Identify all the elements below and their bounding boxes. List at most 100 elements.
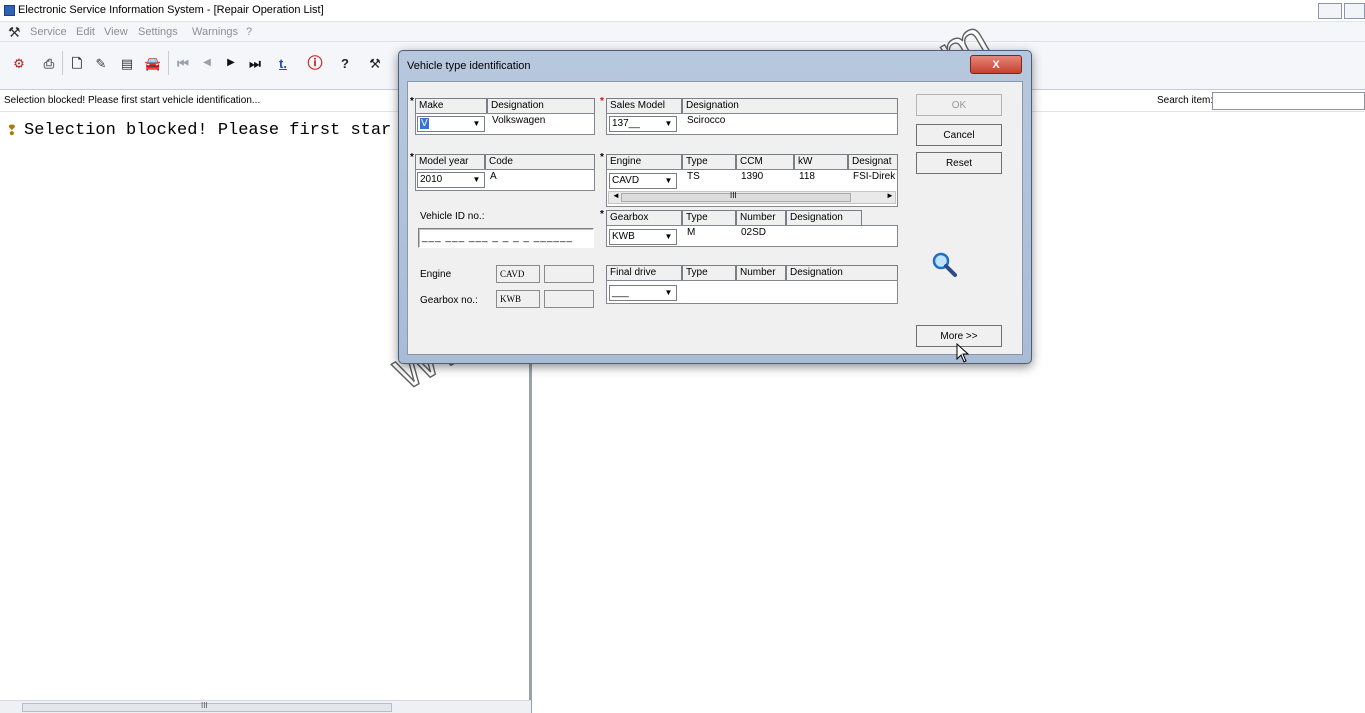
gearbox-row: KWB ▼ M 02SD [606, 225, 898, 247]
final-drive-designation-header: Designation [786, 265, 898, 281]
sales-model-header: Sales Model [606, 98, 682, 114]
menu-warnings[interactable]: Warnings [192, 26, 238, 38]
car-icon[interactable]: 🚘 [142, 52, 164, 74]
window-title: Electronic Service Information System - … [18, 4, 324, 16]
menu-view[interactable]: View [104, 26, 128, 38]
required-marker: * [600, 96, 604, 107]
sales-model-value: 137__ [612, 118, 640, 129]
final-drive-type-header: Type [682, 265, 736, 281]
gearbox-no-label: Gearbox no.: [420, 295, 478, 306]
mouse-cursor-icon [956, 342, 970, 363]
make-value: V [420, 118, 429, 129]
engine-designation-header: Designat [848, 154, 898, 170]
gearbox-value: KWB [612, 231, 635, 242]
reset-button[interactable]: Reset [916, 152, 1002, 174]
tools-menu-icon: ⚒ [8, 24, 21, 40]
final-drive-combo[interactable]: ___ ▼ [609, 285, 677, 301]
final-drive-header: Final drive [606, 265, 682, 281]
search-icon[interactable] [930, 250, 960, 280]
make-designation-header: Designation [487, 98, 595, 114]
chevron-down-icon[interactable]: ▼ [470, 174, 483, 186]
gearbox-number: 02SD [741, 227, 767, 238]
model-year-combo[interactable]: 2010 ▼ [417, 172, 485, 188]
engine-ccm: 1390 [741, 171, 764, 182]
make-header: Make [415, 98, 487, 114]
search-input[interactable] [1212, 92, 1365, 110]
gearbox-type-header: Type [682, 210, 736, 226]
menu-settings[interactable]: Settings [138, 26, 178, 38]
engine-type-header: Type [682, 154, 736, 170]
model-year-code-header: Code [485, 154, 595, 170]
engine-value: CAVD [612, 175, 640, 186]
sales-model-designation: Scirocco [687, 115, 726, 126]
cancel-button[interactable]: Cancel [916, 124, 1002, 146]
sales-model-combo[interactable]: 137__ ▼ [609, 116, 677, 132]
time-icon[interactable]: t. [272, 52, 294, 74]
engine-kw: 118 [799, 171, 815, 182]
chevron-down-icon[interactable]: ▼ [662, 118, 675, 130]
model-year-value: 2010 [420, 174, 443, 185]
scroll-left-icon[interactable]: ◄ [612, 191, 620, 200]
toolbar-separator [168, 51, 169, 75]
gearbox-combo[interactable]: KWB ▼ [609, 229, 677, 245]
menu-edit[interactable]: Edit [76, 26, 95, 38]
engine-kw-header: kW [794, 154, 848, 170]
print-icon[interactable]: ⎙ [38, 52, 60, 74]
required-marker: * [600, 152, 604, 163]
engine-code-label: Engine [420, 269, 452, 280]
ok-button[interactable]: OK [916, 94, 1002, 116]
engine-scrollbar[interactable]: ◄ III ► [608, 191, 896, 204]
chevron-down-icon[interactable]: ▼ [470, 118, 483, 130]
engine-header: Engine [606, 154, 682, 170]
new-document-icon[interactable]: 🗋 [66, 52, 88, 74]
tools-icon[interactable]: ⚒ [364, 52, 386, 74]
last-record-icon[interactable]: ⏭ [244, 52, 266, 74]
vehicle-id-label: Vehicle ID no.: [420, 211, 485, 222]
vehicle-id-input[interactable]: ___ ___ ___ _ _ _ _ ______ [418, 228, 594, 248]
window-titlebar: Electronic Service Information System - … [0, 0, 1365, 22]
vehicle-document-icon[interactable]: ▤ [116, 52, 138, 74]
engine-type: TS [687, 171, 700, 182]
vehicle-identification-dialog: Vehicle type identification X * Make Des… [398, 50, 1032, 364]
scroll-right-icon[interactable]: ► [886, 191, 894, 200]
required-marker: * [410, 96, 414, 107]
search-label: Search item: [1157, 95, 1214, 106]
help-icon[interactable]: ? [334, 52, 356, 74]
model-year-code: A [490, 171, 497, 182]
gearbox-type: M [687, 227, 696, 238]
scroll-grip: III [201, 701, 208, 710]
app-icon[interactable]: ⚙ [8, 52, 30, 74]
gearbox-header: Gearbox [606, 210, 682, 226]
scrollbar-thumb[interactable]: III [22, 701, 392, 712]
model-year-row: 2010 ▼ A [415, 169, 595, 191]
sales-model-row: 137__ ▼ Scirocco [606, 113, 898, 135]
next-record-icon[interactable]: ▶ [220, 52, 242, 74]
menu-help[interactable]: ? [246, 26, 252, 38]
menu-service[interactable]: Service [30, 26, 67, 38]
horizontal-scrollbar[interactable]: III [0, 700, 531, 713]
minimize-button[interactable] [1318, 3, 1342, 19]
scrollbar-thumb[interactable]: III [621, 191, 851, 202]
info-icon[interactable]: ⓘ [304, 52, 326, 74]
edit-document-icon[interactable]: ✎ [90, 52, 112, 74]
engine-combo[interactable]: CAVD ▼ [609, 173, 677, 189]
make-combo[interactable]: V ▼ [417, 116, 485, 132]
gearbox-number-header: Number [736, 210, 786, 226]
vehicle-id-mask: ___ ___ ___ _ _ _ _ ______ [422, 232, 574, 243]
engine-code-field: CAVD [496, 265, 540, 283]
chevron-down-icon[interactable]: ▼ [662, 287, 675, 299]
close-button[interactable]: X [970, 55, 1022, 74]
engine-ccm-header: CCM [736, 154, 794, 170]
toolbar-separator [62, 51, 63, 75]
status-message: Selection blocked! Please first start ve… [4, 95, 261, 106]
maximize-button[interactable] [1344, 3, 1365, 19]
chevron-down-icon[interactable]: ▼ [662, 231, 675, 243]
app-icon [4, 5, 15, 16]
previous-record-icon[interactable]: ◀ [196, 52, 218, 74]
gearbox-no-field: KWB [496, 290, 540, 308]
chevron-down-icon[interactable]: ▼ [662, 175, 675, 187]
warning-icon: ❢ [6, 122, 18, 138]
first-record-icon[interactable]: ⏮ [172, 52, 194, 74]
engine-row: CAVD ▼ TS 1390 118 FSI-Direk ◄ III ► [606, 169, 898, 207]
final-drive-value: ___ [612, 287, 629, 298]
